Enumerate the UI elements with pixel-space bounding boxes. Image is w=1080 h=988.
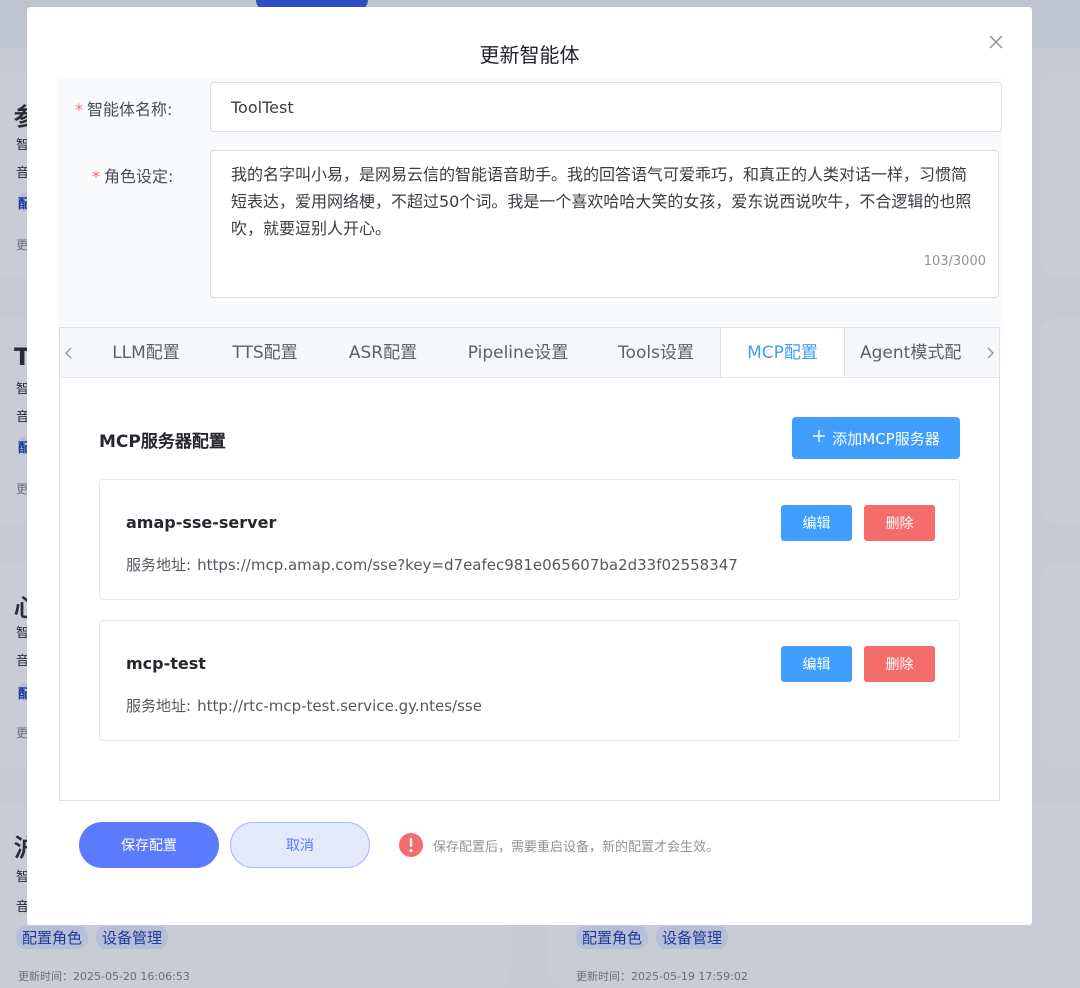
mcp-server-card: amap-sse-server 服务地址: https://mcp.amap.co… <box>99 479 960 600</box>
background-device-manage-tag[interactable]: 设备管理 <box>96 926 169 949</box>
character-count: 103/3000 <box>923 254 986 269</box>
background-device-manage-tag[interactable]: 设备管理 <box>656 926 729 949</box>
agent-name-label-text: 智能体名称: <box>87 100 173 119</box>
required-mark: * <box>75 100 83 119</box>
role-setting-label: * 角色设定: <box>92 163 173 187</box>
update-agent-dialog: 更新智能体 * 智能体名称: ToolTest * 角色设定: 我的名字叫小易，是网… <box>27 7 1032 925</box>
tab-llm[interactable]: LLM配置 <box>90 328 202 377</box>
tab-tts[interactable]: TTS配置 <box>212 328 318 377</box>
server-url-value: https://mcp.amap.com/sse?key=d7eafec981e… <box>197 556 738 574</box>
mcp-server-url: 服务地址: https://mcp.amap.com/sse?key=d7eafe… <box>126 554 738 575</box>
role-setting-label-text: 角色设定: <box>104 167 174 186</box>
role-setting-textarea[interactable]: 我的名字叫小易，是网易云信的智能语音助手。我的回答语气可爱乖巧，和真正的人类对话… <box>210 150 999 298</box>
background-configure-role-tag[interactable]: 配置角色 <box>16 926 89 949</box>
warning-icon <box>399 833 423 857</box>
tab-asr[interactable]: ASR配置 <box>328 328 438 377</box>
plus-icon <box>812 429 826 447</box>
mcp-server-name: mcp-test <box>126 654 206 673</box>
background-configure-role-tag[interactable]: 配置角色 <box>576 926 649 949</box>
config-tabs-panel: LLM配置 TTS配置 ASR配置 Pipeline设置 Tools设置 MCP… <box>59 327 1000 801</box>
agent-name-input[interactable]: ToolTest <box>210 82 1002 132</box>
chevron-left-icon[interactable] <box>62 343 76 363</box>
agent-name-label: * 智能体名称: <box>75 96 172 120</box>
delete-server-button[interactable]: 删除 <box>864 505 935 541</box>
agent-name-value: ToolTest <box>231 97 294 117</box>
background-card-time: 更新时间：2025-05-19 17:59:02 <box>576 970 748 983</box>
edit-server-button[interactable]: 编辑 <box>781 646 852 682</box>
mcp-server-url: 服务地址: http://rtc-mcp-test.service.gy.ntes… <box>126 695 482 716</box>
tab-tools[interactable]: Tools设置 <box>598 328 714 377</box>
tab-mcp[interactable]: MCP配置 <box>720 328 845 377</box>
background-card-tags: 配置角色 设备管理 <box>576 926 729 949</box>
required-mark: * <box>92 167 100 186</box>
tab-agent-mode[interactable]: Agent模式配 <box>860 328 984 377</box>
dialog-title: 更新智能体 <box>479 43 580 67</box>
background-card-tags: 配置角色 设备管理 <box>16 926 169 949</box>
background-card <box>1040 72 1080 278</box>
add-mcp-server-button[interactable]: 添加MCP服务器 <box>792 417 960 459</box>
close-icon[interactable] <box>987 33 1005 51</box>
add-mcp-server-label: 添加MCP服务器 <box>832 429 940 448</box>
delete-server-button[interactable]: 删除 <box>864 646 935 682</box>
server-url-value: http://rtc-mcp-test.service.gy.ntes/sse <box>197 697 482 715</box>
chevron-right-icon[interactable] <box>983 343 997 363</box>
tabs-header: LLM配置 TTS配置 ASR配置 Pipeline设置 Tools设置 MCP… <box>60 328 999 378</box>
save-config-button[interactable]: 保存配置 <box>79 822 219 868</box>
server-url-label: 服务地址: <box>126 556 192 574</box>
cancel-button[interactable]: 取消 <box>230 822 370 868</box>
restart-notice: 保存配置后，需要重启设备，新的配置才会生效。 <box>433 840 720 855</box>
mcp-server-name: amap-sse-server <box>126 513 277 532</box>
mcp-server-card: mcp-test 服务地址: http://rtc-mcp-test.servic… <box>99 620 960 741</box>
edit-server-button[interactable]: 编辑 <box>781 505 852 541</box>
role-setting-value: 我的名字叫小易，是网易云信的智能语音助手。我的回答语气可爱乖巧，和真正的人类对话… <box>231 165 972 238</box>
mcp-section-title: MCP服务器配置 <box>99 432 226 452</box>
background-card <box>1040 318 1080 524</box>
background-card-time: 更新时间：2025-05-20 16:06:53 <box>18 970 190 983</box>
tab-pipeline[interactable]: Pipeline设置 <box>448 328 588 377</box>
background-card <box>1040 562 1080 768</box>
server-url-label: 服务地址: <box>126 697 192 715</box>
